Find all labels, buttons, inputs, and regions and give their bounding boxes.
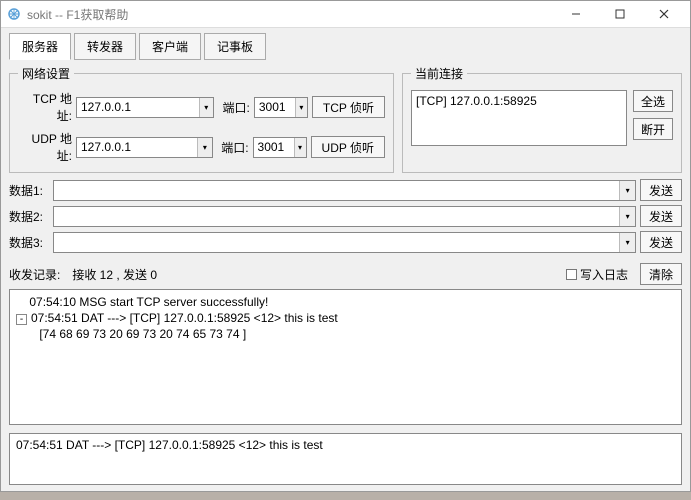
udp-addr-combo[interactable]: ▾ (76, 137, 213, 158)
log-line[interactable]: [74 68 69 73 20 69 73 20 74 65 73 74 ] (16, 326, 675, 342)
send-button-1[interactable]: 发送 (640, 179, 682, 201)
data3-label: 数据3: (9, 234, 49, 251)
data2-input[interactable] (54, 207, 619, 226)
data3-combo[interactable]: ▾ (53, 232, 636, 253)
udp-port-combo[interactable]: ▾ (253, 137, 307, 158)
current-connections-group: 当前连接 [TCP] 127.0.0.1:58925 全选 断开 (402, 65, 682, 173)
log-line[interactable]: 07:54:10 MSG start TCP server successful… (16, 294, 675, 310)
data1-input[interactable] (54, 181, 619, 200)
data1-combo[interactable]: ▾ (53, 180, 636, 201)
chevron-down-icon[interactable]: ▾ (197, 138, 211, 157)
tcp-listen-button[interactable]: TCP 侦听 (312, 96, 385, 118)
chevron-down-icon[interactable]: ▾ (199, 98, 213, 117)
chevron-down-icon[interactable]: ▾ (619, 233, 635, 252)
write-log-label: 写入日志 (580, 266, 628, 283)
stats-title: 收发记录: (9, 266, 60, 283)
titlebar: sokit -- F1获取帮助 (1, 1, 690, 28)
connection-item[interactable]: [TCP] 127.0.0.1:58925 (416, 94, 622, 108)
log-line[interactable]: -07:54:51 DAT ---> [TCP] 127.0.0.1:58925… (16, 310, 675, 326)
connection-list[interactable]: [TCP] 127.0.0.1:58925 (411, 90, 627, 146)
close-button[interactable] (642, 1, 686, 27)
network-settings-legend: 网络设置 (18, 65, 74, 82)
select-all-button[interactable]: 全选 (633, 90, 673, 112)
data-rows: 数据1: ▾ 发送 数据2: ▾ 发送 数据3: ▾ 发送 (9, 179, 682, 257)
send-button-2[interactable]: 发送 (640, 205, 682, 227)
app-window: sokit -- F1获取帮助 服务器 转发器 客户端 记事板 网络设置 TCP… (0, 0, 691, 492)
tab-server[interactable]: 服务器 (9, 33, 71, 60)
stats-bar: 收发记录: 接收 12 , 发送 0 写入日志 清除 (1, 259, 690, 289)
chevron-down-icon[interactable]: ▾ (295, 98, 307, 117)
write-log-checkbox[interactable]: 写入日志 (566, 266, 628, 283)
send-button-3[interactable]: 发送 (640, 231, 682, 253)
current-connections-legend: 当前连接 (411, 65, 467, 82)
tree-collapse-icon[interactable]: - (16, 314, 27, 325)
network-settings-group: 网络设置 TCP 地址: ▾ 端口: ▾ TCP 侦听 UDP 地址: (9, 65, 394, 173)
chevron-down-icon[interactable]: ▾ (619, 207, 635, 226)
tcp-port-input[interactable] (255, 98, 295, 117)
tab-bar: 服务器 转发器 客户端 记事板 (1, 28, 690, 59)
detail-box[interactable]: 07:54:51 DAT ---> [TCP] 127.0.0.1:58925 … (9, 433, 682, 485)
udp-port-label: 端口: (217, 139, 249, 156)
log-box[interactable]: 07:54:10 MSG start TCP server successful… (9, 289, 682, 425)
window-title: sokit -- F1获取帮助 (27, 6, 554, 23)
maximize-button[interactable] (598, 1, 642, 27)
chevron-down-icon[interactable]: ▾ (619, 181, 635, 200)
minimize-button[interactable] (554, 1, 598, 27)
udp-port-input[interactable] (254, 138, 294, 157)
data3-input[interactable] (54, 233, 619, 252)
tcp-port-combo[interactable]: ▾ (254, 97, 308, 118)
tab-notepad[interactable]: 记事板 (204, 33, 266, 60)
udp-addr-input[interactable] (77, 138, 197, 157)
tcp-addr-label: TCP 地址: (18, 90, 72, 124)
tcp-port-label: 端口: (218, 99, 250, 116)
app-icon (7, 7, 21, 21)
detail-text: 07:54:51 DAT ---> [TCP] 127.0.0.1:58925 … (16, 438, 323, 452)
tab-client[interactable]: 客户端 (139, 33, 201, 60)
disconnect-button[interactable]: 断开 (633, 118, 673, 140)
udp-listen-button[interactable]: UDP 侦听 (311, 136, 385, 158)
clear-button[interactable]: 清除 (640, 263, 682, 285)
chevron-down-icon[interactable]: ▾ (294, 138, 306, 157)
stats-text: 接收 12 , 发送 0 (72, 266, 157, 283)
checkbox-icon (566, 269, 577, 280)
tcp-addr-combo[interactable]: ▾ (76, 97, 214, 118)
tab-forwarder[interactable]: 转发器 (74, 33, 136, 60)
data2-combo[interactable]: ▾ (53, 206, 636, 227)
udp-addr-label: UDP 地址: (18, 130, 72, 164)
data1-label: 数据1: (9, 182, 49, 199)
tcp-addr-input[interactable] (77, 98, 199, 117)
data2-label: 数据2: (9, 208, 49, 225)
